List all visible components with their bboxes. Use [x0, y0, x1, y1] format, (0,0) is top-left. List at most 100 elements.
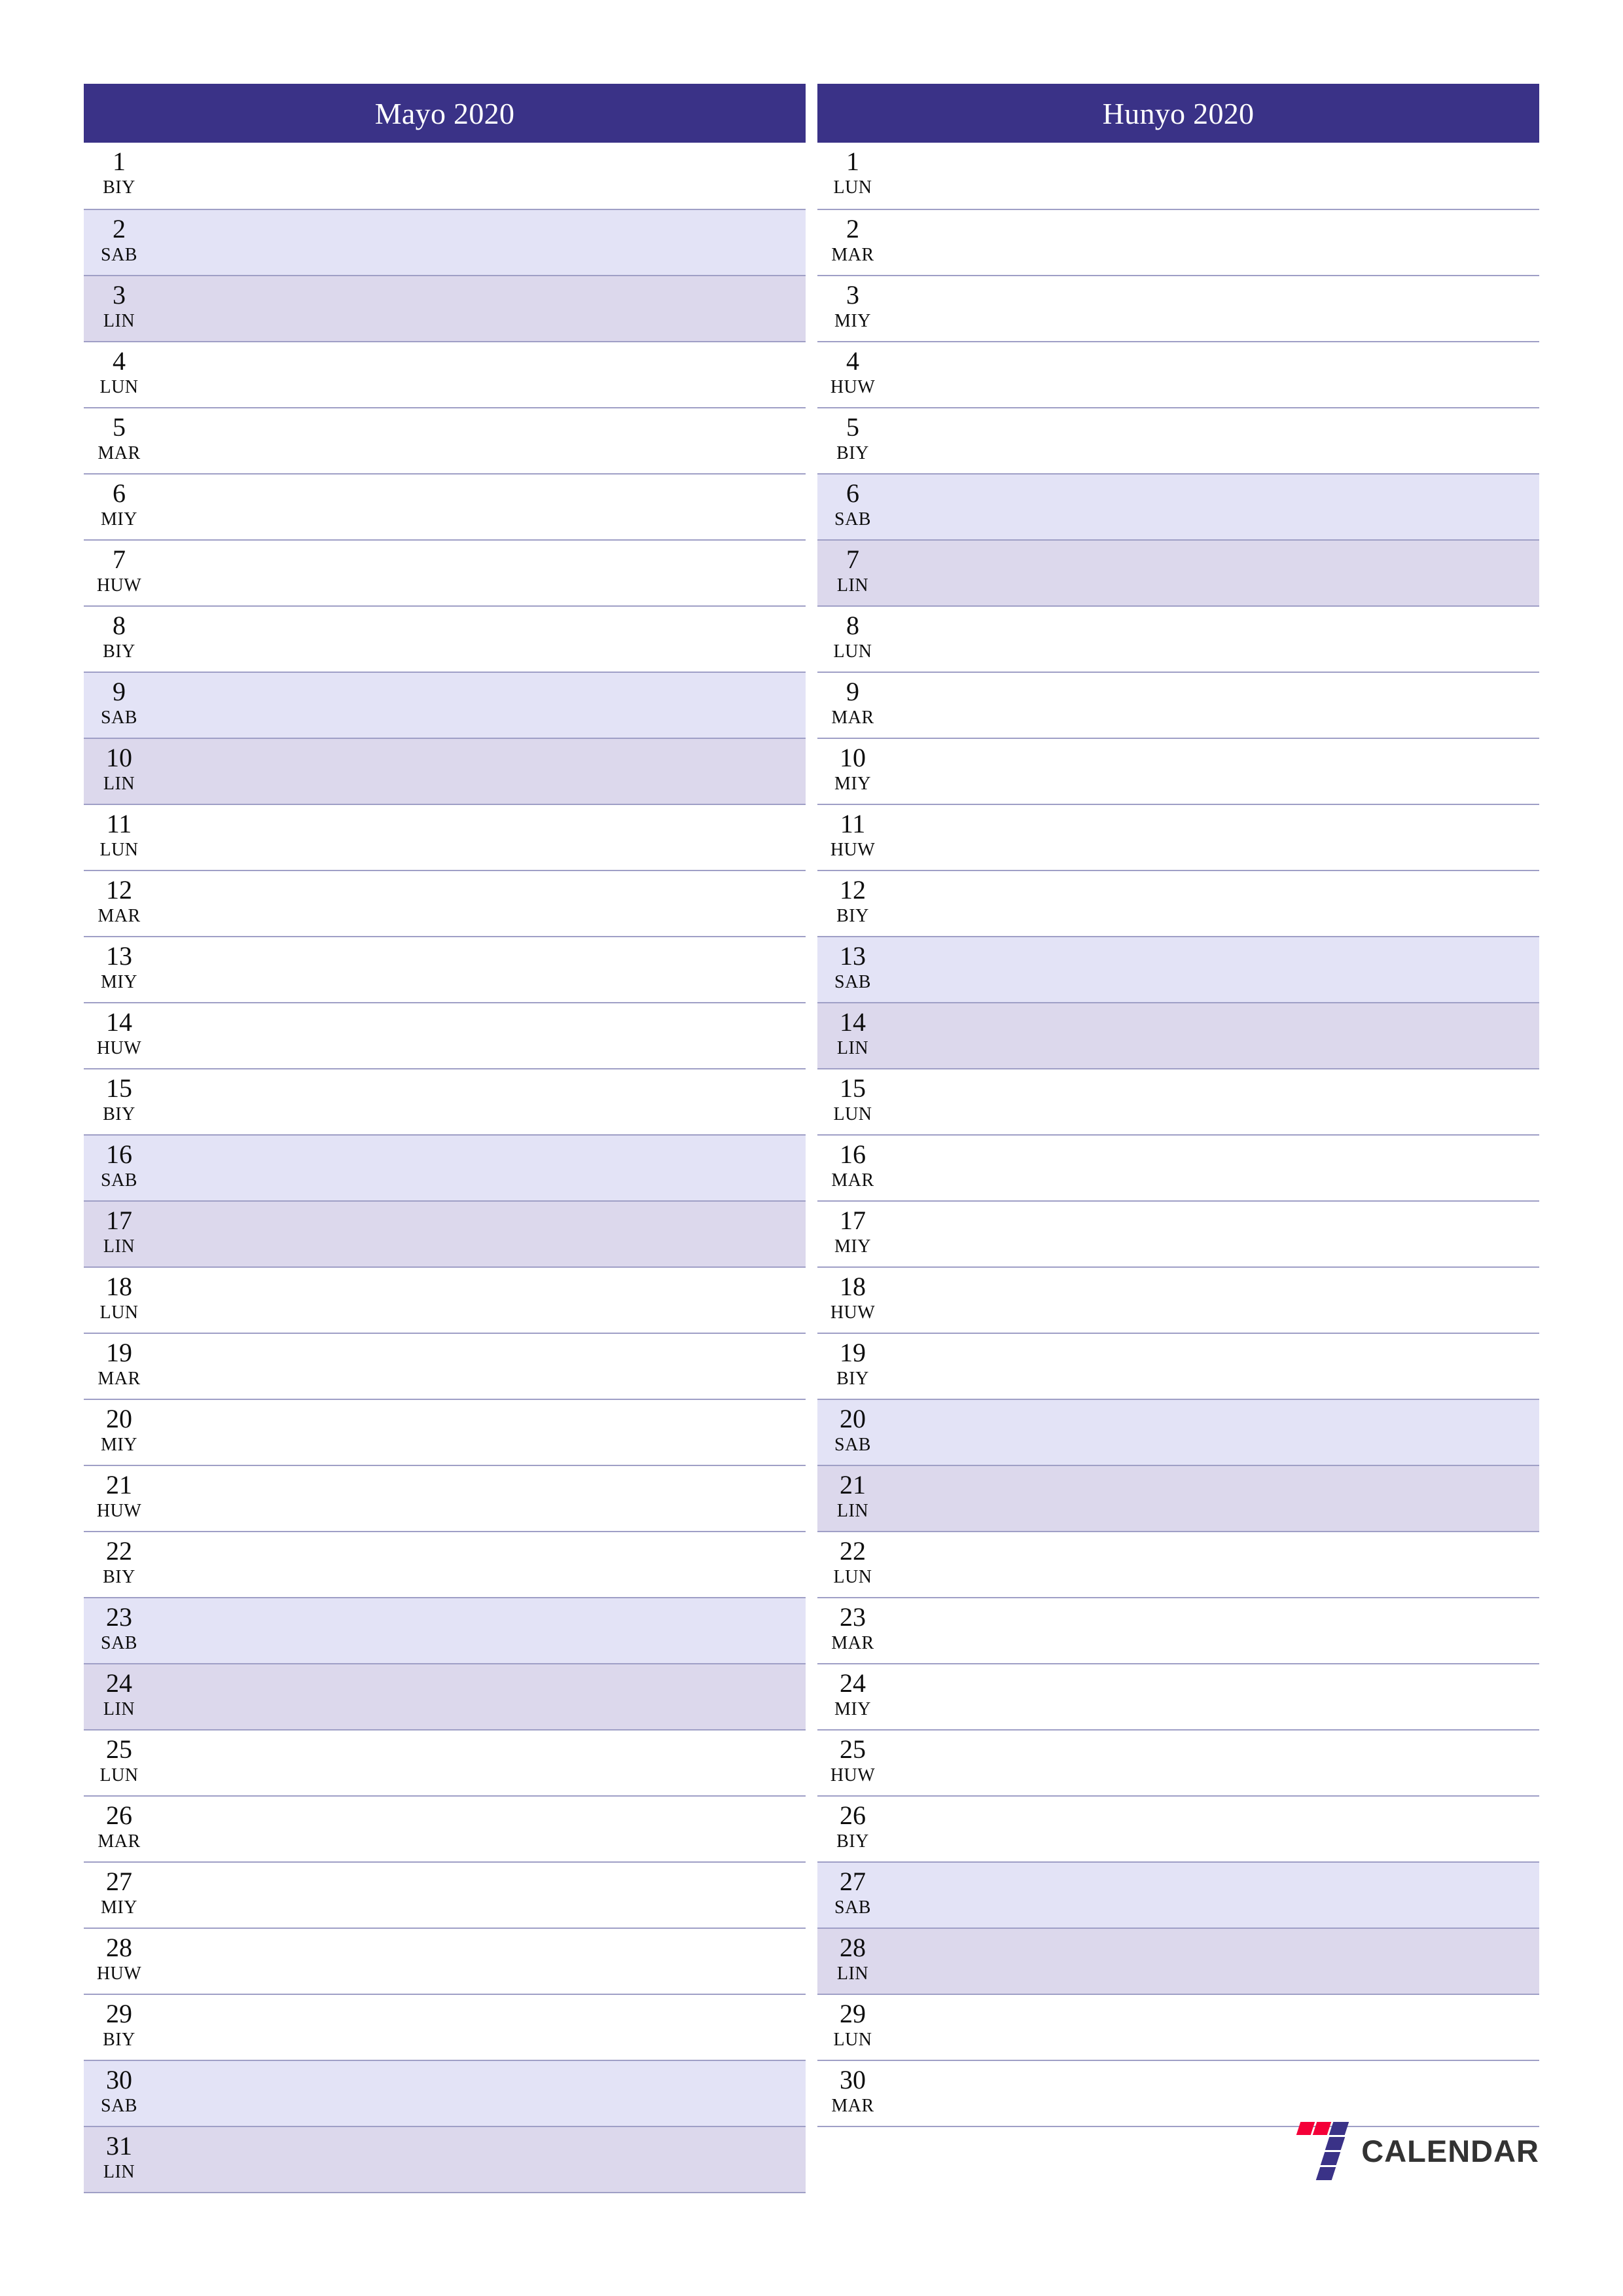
day-row[interactable]: 22 LUN — [817, 1531, 1539, 1597]
day-row[interactable]: 26 BIY — [817, 1795, 1539, 1861]
day-row[interactable]: 21 LIN — [817, 1465, 1539, 1531]
day-row[interactable]: 28 LIN — [817, 1928, 1539, 1994]
day-row[interactable]: 4 HUW — [817, 341, 1539, 407]
day-row[interactable]: 6 MIY — [84, 473, 806, 539]
day-number: 2 — [113, 214, 126, 243]
day-row[interactable]: 19 MAR — [84, 1333, 806, 1399]
day-row[interactable]: 5 BIY — [817, 407, 1539, 473]
day-row[interactable]: 1 BIY — [84, 143, 806, 209]
day-row[interactable]: 1 LUN — [817, 143, 1539, 209]
day-number: 26 — [840, 1801, 866, 1830]
day-row[interactable]: 7 LIN — [817, 539, 1539, 605]
day-row[interactable]: 23 SAB — [84, 1597, 806, 1663]
day-row[interactable]: 27 MIY — [84, 1861, 806, 1928]
day-number: 16 — [106, 1139, 132, 1169]
day-number: 29 — [106, 1999, 132, 2028]
day-abbreviation: MIY — [101, 1435, 137, 1455]
day-abbreviation: MIY — [834, 1699, 871, 1719]
day-abbreviation: SAB — [101, 1170, 137, 1191]
day-row[interactable]: 5 MAR — [84, 407, 806, 473]
day-abbreviation: LIN — [103, 774, 135, 794]
day-number: 20 — [106, 1404, 132, 1433]
day-number: 4 — [846, 346, 859, 376]
day-row[interactable]: 11 LUN — [84, 804, 806, 870]
day-row[interactable]: 25 HUW — [817, 1729, 1539, 1795]
day-row[interactable]: 20 SAB — [817, 1399, 1539, 1465]
day-row[interactable]: 31 LIN — [84, 2126, 806, 2192]
day-row[interactable]: 17 LIN — [84, 1200, 806, 1266]
day-row[interactable]: 24 LIN — [84, 1663, 806, 1729]
day-number: 14 — [106, 1007, 132, 1037]
day-row[interactable]: 23 MAR — [817, 1597, 1539, 1663]
day-row[interactable]: 13 MIY — [84, 936, 806, 1002]
day-abbreviation: LIN — [836, 1964, 869, 1984]
day-row[interactable]: 28 HUW — [84, 1928, 806, 1994]
day-row[interactable]: 8 LUN — [817, 605, 1539, 672]
day-number: 12 — [106, 875, 132, 905]
day-number: 19 — [106, 1338, 132, 1367]
day-row[interactable]: 20 MIY — [84, 1399, 806, 1465]
day-number: 7 — [846, 545, 859, 574]
day-abbreviation: SAB — [101, 708, 137, 728]
day-row[interactable]: 9 SAB — [84, 672, 806, 738]
day-row[interactable]: 7 HUW — [84, 539, 806, 605]
day-row[interactable]: 25 LUN — [84, 1729, 806, 1795]
day-row[interactable]: 24 MIY — [817, 1663, 1539, 1729]
seven-logo-icon — [1294, 2121, 1351, 2181]
day-abbreviation: SAB — [101, 2096, 137, 2116]
month-title-right: Hunyo 2020 — [817, 84, 1539, 143]
day-row[interactable]: 30 MAR — [817, 2060, 1539, 2126]
day-row[interactable]: 14 HUW — [84, 1002, 806, 1068]
day-row[interactable]: 21 HUW — [84, 1465, 806, 1531]
day-row[interactable]: 22 BIY — [84, 1531, 806, 1597]
calendar-page: Mayo 2020 1 BIY 2 SAB 3 LIN 4 LUN 5 MAR 6 MIY 7 HUW 8 B… — [0, 0, 1623, 2296]
day-abbreviation: LIN — [836, 1501, 869, 1521]
day-row[interactable]: 14 LIN — [817, 1002, 1539, 1068]
day-row[interactable]: 13 SAB — [817, 936, 1539, 1002]
day-abbreviation: BIY — [103, 1104, 135, 1124]
day-row[interactable]: 11 HUW — [817, 804, 1539, 870]
day-abbreviation: BIY — [103, 1567, 135, 1587]
day-row[interactable]: 12 BIY — [817, 870, 1539, 936]
day-row[interactable]: 30 SAB — [84, 2060, 806, 2126]
day-row[interactable]: 27 SAB — [817, 1861, 1539, 1928]
day-row[interactable]: 10 LIN — [84, 738, 806, 804]
day-row[interactable]: 16 SAB — [84, 1134, 806, 1200]
day-row[interactable]: 19 BIY — [817, 1333, 1539, 1399]
day-number: 7 — [113, 545, 126, 574]
day-row[interactable]: 16 MAR — [817, 1134, 1539, 1200]
day-number: 6 — [846, 478, 859, 508]
month-column-right: Hunyo 2020 1 LUN 2 MAR 3 MIY 4 HUW 5 BIY 6 SAB 7 LIN 8… — [817, 84, 1539, 2211]
day-row[interactable]: 4 LUN — [84, 341, 806, 407]
day-row[interactable]: 29 LUN — [817, 1994, 1539, 2060]
day-row[interactable]: 9 MAR — [817, 672, 1539, 738]
day-abbreviation: HUW — [830, 377, 876, 397]
day-row[interactable]: 18 LUN — [84, 1266, 806, 1333]
day-row[interactable]: 8 BIY — [84, 605, 806, 672]
day-abbreviation: BIY — [836, 443, 869, 463]
day-row[interactable]: 10 MIY — [817, 738, 1539, 804]
day-row[interactable]: 17 MIY — [817, 1200, 1539, 1266]
day-row[interactable]: 15 LUN — [817, 1068, 1539, 1134]
day-number: 1 — [846, 147, 859, 176]
day-list-left: 1 BIY 2 SAB 3 LIN 4 LUN 5 MAR 6 MIY 7 HUW 8 BIY 9 SAB 10 LI… — [84, 143, 806, 2193]
day-row[interactable]: 2 SAB — [84, 209, 806, 275]
day-number: 17 — [840, 1206, 866, 1235]
day-number: 13 — [106, 941, 132, 971]
day-row[interactable]: 2 MAR — [817, 209, 1539, 275]
day-abbreviation: LUN — [833, 2030, 872, 2050]
day-row[interactable]: 12 MAR — [84, 870, 806, 936]
day-row[interactable]: 3 LIN — [84, 275, 806, 341]
day-abbreviation: MIY — [834, 1236, 871, 1257]
day-row[interactable]: 18 HUW — [817, 1266, 1539, 1333]
day-number: 19 — [840, 1338, 866, 1367]
day-number: 13 — [840, 941, 866, 971]
day-abbreviation: HUW — [96, 1501, 142, 1521]
day-row[interactable]: 26 MAR — [84, 1795, 806, 1861]
day-row[interactable]: 3 MIY — [817, 275, 1539, 341]
day-row[interactable]: 15 BIY — [84, 1068, 806, 1134]
day-number: 18 — [106, 1272, 132, 1301]
day-row[interactable]: 6 SAB — [817, 473, 1539, 539]
day-row[interactable]: 29 BIY — [84, 1994, 806, 2060]
day-list-right: 1 LUN 2 MAR 3 MIY 4 HUW 5 BIY 6 SAB 7 LIN 8 LUN 9 MAR 10 MI… — [817, 143, 1539, 2127]
